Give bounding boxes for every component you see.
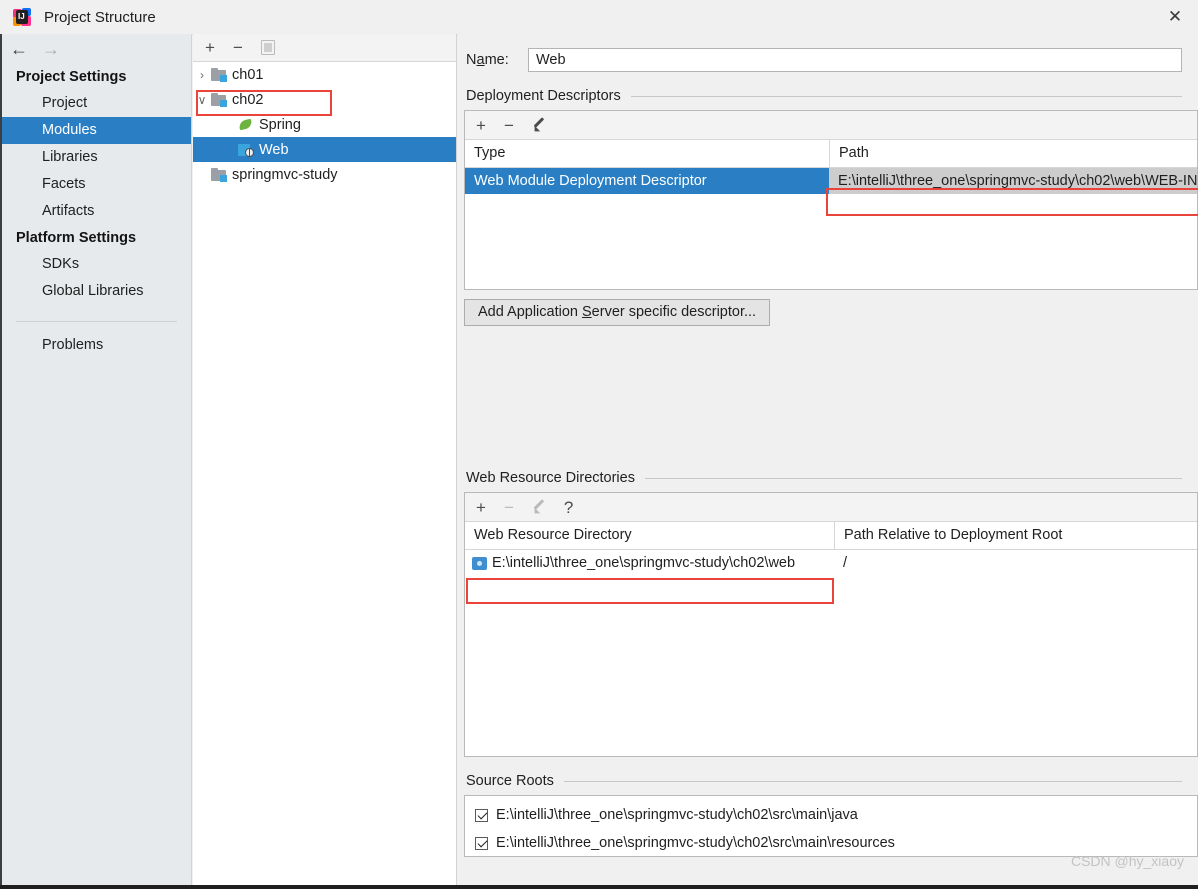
project-structure-dialog: IJ Project Structure ✕ ← → Project Setti… (0, 0, 1198, 889)
add-web-resource-button[interactable]: + (476, 499, 486, 516)
window-title: Project Structure (44, 8, 156, 26)
module-folder-icon (211, 92, 227, 107)
close-icon[interactable]: ✕ (1152, 0, 1198, 33)
source-roots-list: E:\intelliJ\three_one\springmvc-study\ch… (464, 795, 1198, 857)
help-icon[interactable]: ? (564, 499, 573, 516)
section-rule (644, 477, 1182, 479)
sidebar-item-problems[interactable]: Problems (2, 332, 191, 359)
bottom-edge-strip (0, 885, 1198, 889)
name-input[interactable] (528, 48, 1182, 72)
tree-node-label: Web (259, 141, 289, 158)
module-folder-icon (211, 167, 227, 182)
remove-descriptor-button[interactable]: − (504, 117, 514, 134)
descriptor-path-cell: E:\intelliJ\three_one\springmvc-study\ch… (829, 168, 1197, 194)
web-resource-header: Web Resource Directory Path Relative to … (465, 522, 1197, 550)
sidebar-item-libraries[interactable]: Libraries (2, 144, 191, 171)
deployment-descriptors-toolbar: + − (465, 111, 1197, 140)
list-item[interactable]: E:\intelliJ\three_one\springmvc-study\ch… (465, 801, 1197, 829)
column-header-type[interactable]: Type (465, 140, 829, 167)
deployment-descriptors-header: Type Path (465, 140, 1197, 168)
web-resource-directory-text: E:\intelliJ\three_one\springmvc-study\ch… (492, 555, 796, 571)
web-resource-directories-section-title: Web Resource Directories (466, 470, 1182, 486)
modules-tree-panel: + − › ch01 ∨ ch02 Spring Web springmvc-s… (193, 34, 457, 889)
sidebar-group-platform-settings: Platform Settings (16, 230, 137, 246)
sidebar-item-project[interactable]: Project (2, 90, 191, 117)
tree-node-ch01[interactable]: › ch01 (193, 62, 456, 87)
source-root-path: E:\intelliJ\three_one\springmvc-study\ch… (496, 807, 858, 823)
modules-tree-toolbar: + − (193, 34, 456, 62)
source-root-checkbox[interactable] (475, 808, 488, 822)
column-header-path[interactable]: Path (829, 140, 1197, 167)
tree-node-springmvc-study[interactable]: springmvc-study (193, 162, 456, 187)
spring-leaf-icon (238, 118, 254, 132)
tree-node-label: Spring (259, 116, 301, 133)
web-module-icon (238, 143, 254, 157)
tree-node-label: springmvc-study (232, 166, 338, 183)
table-row[interactable]: Web Module Deployment Descriptor E:\inte… (465, 168, 1197, 194)
column-header-relative-path[interactable]: Path Relative to Deployment Root (834, 522, 1197, 549)
add-app-server-descriptor-button[interactable]: Add Application Server specific descript… (464, 299, 771, 326)
tree-node-ch02[interactable]: ∨ ch02 (193, 87, 456, 112)
add-descriptor-button[interactable]: + (476, 117, 486, 134)
section-rule (563, 780, 1182, 782)
source-roots-section-title: Source Roots (466, 773, 1182, 789)
module-settings-panel: Name: Deployment Descriptors + − Type Pa… (458, 34, 1198, 889)
column-header-web-resource-directory[interactable]: Web Resource Directory (465, 522, 834, 549)
section-rule (630, 95, 1182, 97)
relative-path-cell: / (843, 555, 848, 571)
sidebar-item-artifacts[interactable]: Artifacts (2, 198, 191, 225)
web-resource-directories-table: + − ? Web Resource Directory Path Relati… (464, 492, 1198, 757)
navigation-arrows: ← → (2, 34, 191, 64)
descriptor-type-cell: Web Module Deployment Descriptor (474, 173, 707, 189)
watermark: CSDN @hy_xiaoy (1070, 853, 1184, 869)
arrow-left-icon[interactable]: ← (10, 40, 28, 58)
tree-node-label: ch02 (232, 91, 264, 108)
table-row[interactable]: E:\intelliJ\three_one\springmvc-study\ch… (465, 550, 1197, 576)
web-resource-directory-cell: E:\intelliJ\three_one\springmvc-study\ch… (465, 550, 834, 576)
intellij-idea-logo-icon: IJ (13, 8, 31, 26)
chevron-down-icon[interactable]: ∨ (193, 93, 211, 107)
arrow-right-icon[interactable]: → (42, 40, 60, 58)
sidebar-group-project-settings: Project Settings (16, 69, 127, 85)
chevron-right-icon[interactable]: › (193, 68, 211, 82)
web-resource-toolbar: + − ? (465, 493, 1197, 522)
source-root-path: E:\intelliJ\three_one\springmvc-study\ch… (496, 835, 895, 851)
sidebar-item-global-libraries[interactable]: Global Libraries (2, 278, 191, 305)
sidebar-item-facets[interactable]: Facets (2, 171, 191, 198)
settings-sidebar: ← → Project Settings Project Modules Lib… (0, 34, 192, 889)
remove-web-resource-button[interactable]: − (504, 499, 514, 516)
pencil-icon[interactable] (531, 117, 546, 135)
name-label: Name: (466, 52, 509, 68)
title-bar: IJ Project Structure ✕ (0, 0, 1198, 35)
copy-icon[interactable] (260, 40, 275, 55)
pencil-icon[interactable] (531, 499, 546, 517)
sidebar-item-modules[interactable]: Modules (2, 117, 191, 144)
deployment-descriptors-table: + − Type Path Web Module Deployment Desc… (464, 110, 1198, 290)
remove-module-button[interactable]: − (233, 39, 243, 56)
source-root-checkbox[interactable] (475, 836, 488, 850)
tree-node-spring[interactable]: Spring (193, 112, 456, 137)
sidebar-item-sdks[interactable]: SDKs (2, 251, 191, 278)
web-resource-folder-icon (472, 556, 487, 570)
deployment-descriptors-section-title: Deployment Descriptors (466, 88, 1182, 104)
sidebar-divider (16, 321, 177, 322)
add-module-button[interactable]: + (205, 39, 215, 56)
tree-node-web[interactable]: Web (193, 137, 456, 162)
name-row: Name: (458, 34, 1198, 72)
tree-node-label: ch01 (232, 66, 264, 83)
module-folder-icon (211, 67, 227, 82)
